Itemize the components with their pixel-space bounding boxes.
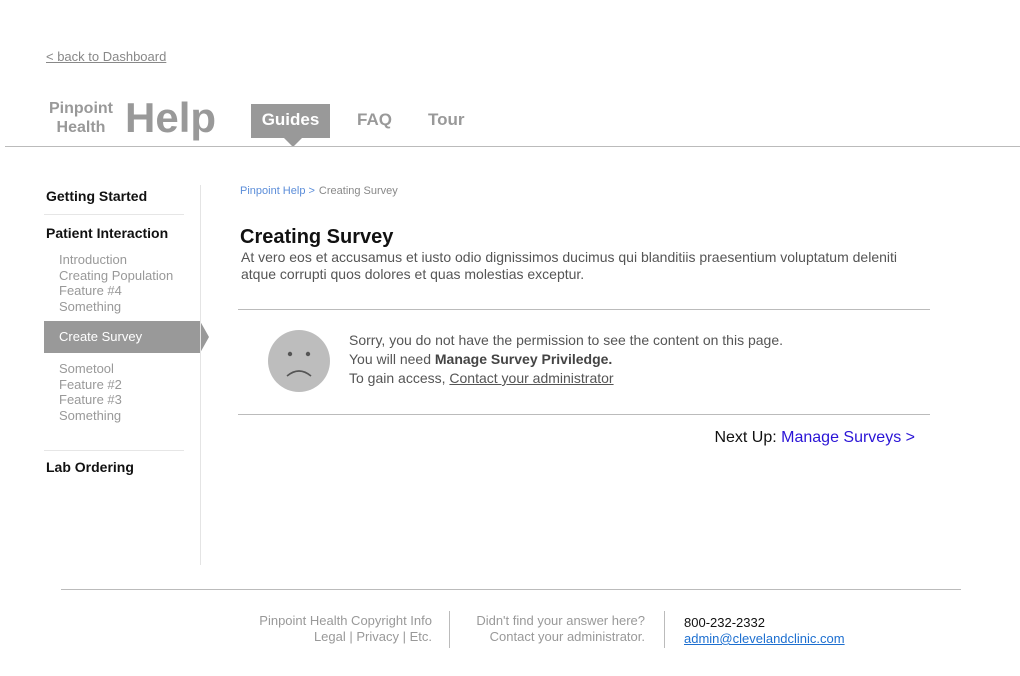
- sidebar-item-create-survey[interactable]: Create Survey: [44, 321, 209, 353]
- sidebar-border: [200, 185, 201, 565]
- sidebar-divider: [44, 450, 184, 451]
- copyright-link[interactable]: Pinpoint Health Copyright Info: [259, 613, 432, 629]
- sidebar-sublist-1: Introduction Creating Population Feature…: [59, 252, 173, 314]
- sidebar-subitem[interactable]: Something: [59, 408, 122, 424]
- logo-line1: Pinpoint: [49, 100, 113, 117]
- requirement-privilege: Manage Survey Priviledge.: [434, 351, 613, 367]
- permission-message: Sorry, you do not have the permission to…: [349, 332, 784, 348]
- content-divider-top: [238, 309, 930, 310]
- permission-requirement: You will need Manage Survey Priviledge.: [349, 351, 612, 367]
- access-prefix: To gain access,: [349, 370, 446, 386]
- tab-guides[interactable]: Guides: [251, 104, 330, 147]
- sidebar-subitem[interactable]: Feature #2: [59, 377, 122, 393]
- footer-contact-link[interactable]: Contact your administrator.: [476, 629, 645, 645]
- tab-tour[interactable]: Tour: [428, 104, 465, 138]
- help-title: Help: [125, 94, 217, 141]
- next-up-label: Next Up:: [714, 429, 777, 446]
- sidebar-subitem[interactable]: Introduction: [59, 252, 173, 268]
- tab-faq[interactable]: FAQ: [357, 104, 392, 138]
- footer-divider: [61, 589, 961, 590]
- footer-question: Didn't find your answer here?: [476, 613, 645, 628]
- page-title: Creating Survey: [240, 226, 394, 248]
- sidebar-subitem[interactable]: Something: [59, 299, 173, 315]
- sidebar-divider: [44, 214, 184, 215]
- sidebar-sublist-2: Sometool Feature #2 Feature #3 Something: [59, 361, 122, 423]
- next-up: Next Up: Manage Surveys >: [714, 429, 915, 447]
- privacy-link[interactable]: Privacy: [356, 629, 399, 644]
- legal-link[interactable]: Legal: [314, 629, 346, 644]
- access-instructions: To gain access, Contact your administrat…: [349, 370, 614, 386]
- page-description: At vero eos et accusamus et iusto odio d…: [241, 249, 898, 282]
- sidebar-subitem[interactable]: Feature #3: [59, 392, 122, 408]
- sidebar-item-lab-ordering[interactable]: Lab Ordering: [46, 459, 134, 475]
- contact-admin-link[interactable]: Contact your administrator: [449, 370, 613, 386]
- footer-help: Didn't find your answer here? Contact yo…: [476, 613, 645, 645]
- logo-line2: Health: [56, 119, 106, 136]
- footer-legal-info: Pinpoint Health Copyright Info Legal | P…: [259, 613, 432, 644]
- breadcrumb: Pinpoint Help > Creating Survey: [240, 185, 398, 197]
- phone-number: 800-232-2332: [684, 615, 765, 630]
- breadcrumb-root-link[interactable]: Pinpoint Help >: [240, 185, 315, 197]
- requirement-prefix: You will need: [349, 351, 431, 367]
- sad-face-icon: [268, 330, 330, 392]
- sidebar-item-getting-started[interactable]: Getting Started: [46, 188, 147, 204]
- pinpoint-health-logo[interactable]: Pinpoint Health: [46, 99, 116, 137]
- breadcrumb-current: Creating Survey: [318, 185, 398, 197]
- back-to-dashboard-link[interactable]: < back to Dashboard: [46, 49, 166, 64]
- next-up-link[interactable]: Manage Surveys >: [781, 429, 915, 446]
- content-divider-bottom: [238, 414, 930, 415]
- sidebar-subitem[interactable]: Feature #4: [59, 283, 173, 299]
- header-divider: [5, 146, 1020, 147]
- sidebar-subitem[interactable]: Creating Population: [59, 268, 173, 284]
- footer-contact-info: 800-232-2332 admin@clevelandclinic.com: [684, 615, 845, 647]
- sidebar-subitem[interactable]: Sometool: [59, 361, 122, 377]
- email-link[interactable]: admin@clevelandclinic.com: [684, 631, 845, 646]
- footer-separator: [449, 611, 450, 648]
- footer-separator: [664, 611, 665, 648]
- etc-link[interactable]: Etc.: [410, 629, 432, 644]
- sidebar-item-patient-interaction[interactable]: Patient Interaction: [46, 225, 168, 241]
